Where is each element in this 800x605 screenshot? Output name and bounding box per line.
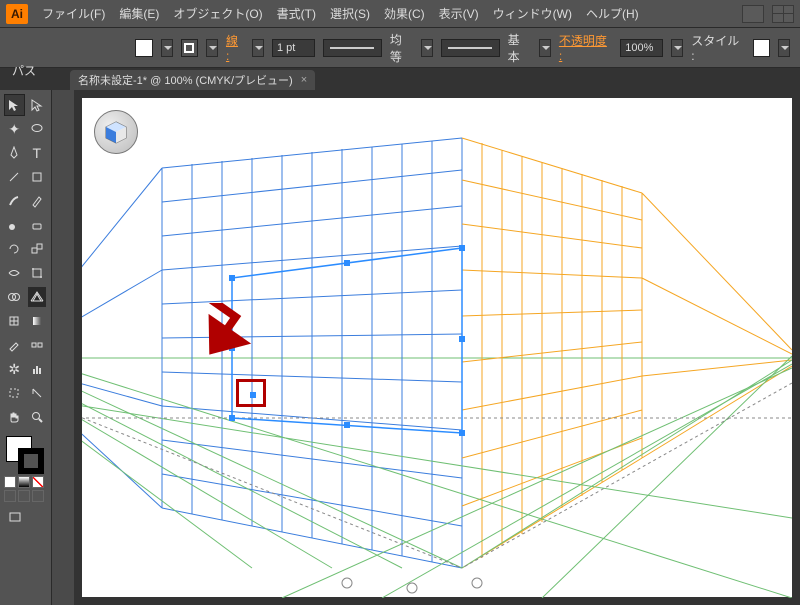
hand-tool[interactable] xyxy=(4,406,25,428)
document-tab-bar: 名称未設定-1* @ 100% (CMYK/プレビュー) × xyxy=(0,68,800,90)
menu-effect[interactable]: 効果(C) xyxy=(384,5,425,22)
stroke-dash-preview[interactable] xyxy=(323,39,382,57)
eraser-tool[interactable] xyxy=(27,214,48,236)
artboard-tool[interactable] xyxy=(4,382,25,404)
workspace-switcher-button[interactable] xyxy=(742,5,764,23)
stroke-cap-label: 均等 xyxy=(390,31,413,65)
stroke-dropdown[interactable] xyxy=(206,39,218,57)
paintbrush-tool[interactable] xyxy=(4,190,25,212)
perspective-grid-tool[interactable] xyxy=(27,286,48,308)
scale-tool[interactable] xyxy=(27,238,48,260)
menu-bar: Ai ファイル(F) 編集(E) オブジェクト(O) 書式(T) 選択(S) 効… xyxy=(0,0,800,28)
stroke-cap-dropdown[interactable] xyxy=(421,39,433,57)
rectangle-tool[interactable] xyxy=(27,166,48,188)
document-window xyxy=(82,98,792,597)
cube-icon xyxy=(102,118,130,146)
blob-brush-tool[interactable] xyxy=(4,214,25,236)
menu-type[interactable]: 書式(T) xyxy=(277,5,316,22)
tools-panel: ✦ T ✲ xyxy=(0,90,52,605)
magic-wand-tool[interactable]: ✦ xyxy=(4,118,25,140)
style-dropdown[interactable] xyxy=(778,39,790,57)
menu-help[interactable]: ヘルプ(H) xyxy=(586,5,639,22)
fill-dropdown[interactable] xyxy=(161,39,173,57)
color-mode-none[interactable] xyxy=(32,476,44,488)
color-mode-gradient[interactable] xyxy=(18,476,30,488)
zoom-tool[interactable] xyxy=(27,406,48,428)
symbol-sprayer-tool[interactable]: ✲ xyxy=(4,358,25,380)
slice-tool[interactable] xyxy=(27,382,48,404)
perspective-plane-widget[interactable] xyxy=(94,110,138,154)
draw-behind[interactable] xyxy=(18,490,30,502)
control-bar: パス 線 : 1 pt 均等 基本 不透明度 : 100% スタイル : xyxy=(0,28,800,68)
stroke-profile-preview[interactable] xyxy=(441,39,500,57)
pencil-tool[interactable] xyxy=(27,190,48,212)
screen-mode-button[interactable] xyxy=(4,506,26,528)
stroke-profile-label: 基本 xyxy=(508,31,531,65)
stroke-well[interactable] xyxy=(18,448,44,474)
stroke-width-stepper[interactable] xyxy=(252,39,264,57)
draw-normal[interactable] xyxy=(4,490,16,502)
selection-type-label: パス xyxy=(12,62,36,79)
lasso-tool[interactable] xyxy=(27,118,48,140)
type-tool[interactable]: T xyxy=(27,142,48,164)
menu-window[interactable]: ウィンドウ(W) xyxy=(493,5,572,22)
stroke-width-field[interactable]: 1 pt xyxy=(272,39,315,57)
annotation-highlight-box xyxy=(236,379,266,407)
document-tab[interactable]: 名称未設定-1* @ 100% (CMYK/プレビュー) × xyxy=(70,70,315,90)
arrange-documents-button[interactable] xyxy=(772,5,794,23)
line-tool[interactable] xyxy=(4,166,25,188)
color-mode-color[interactable] xyxy=(4,476,16,488)
gradient-tool[interactable] xyxy=(27,310,48,332)
artboard[interactable] xyxy=(82,98,792,597)
close-icon[interactable]: × xyxy=(301,74,307,86)
stroke-label[interactable]: 線 : xyxy=(226,32,244,63)
rotate-tool[interactable] xyxy=(4,238,25,260)
shape-builder-tool[interactable] xyxy=(4,286,25,308)
menu-file[interactable]: ファイル(F) xyxy=(42,5,105,22)
opacity-field[interactable]: 100% xyxy=(620,39,663,57)
document-tab-title: 名称未設定-1* @ 100% (CMYK/プレビュー) xyxy=(78,72,293,88)
draw-inside[interactable] xyxy=(32,490,44,502)
pen-tool[interactable] xyxy=(4,142,25,164)
fill-swatch[interactable] xyxy=(135,39,153,57)
style-swatch[interactable] xyxy=(753,39,771,57)
mesh-tool[interactable] xyxy=(4,310,25,332)
menu-select[interactable]: 選択(S) xyxy=(330,5,370,22)
style-label: スタイル : xyxy=(691,32,744,63)
menu-object[interactable]: オブジェクト(O) xyxy=(173,5,262,22)
color-wells[interactable] xyxy=(4,434,48,474)
width-tool[interactable] xyxy=(4,262,25,284)
selection-tool[interactable] xyxy=(4,94,25,116)
eyedropper-tool[interactable] xyxy=(4,334,25,356)
opacity-label[interactable]: 不透明度 : xyxy=(559,32,612,63)
direct-selection-tool[interactable] xyxy=(27,94,48,116)
column-graph-tool[interactable] xyxy=(27,358,48,380)
menu-view[interactable]: 表示(V) xyxy=(439,5,479,22)
menu-edit[interactable]: 編集(E) xyxy=(119,5,159,22)
stroke-profile-dropdown[interactable] xyxy=(539,39,551,57)
opacity-dropdown[interactable] xyxy=(671,39,683,57)
blend-tool[interactable] xyxy=(27,334,48,356)
annotation-arrow xyxy=(182,303,272,383)
stroke-swatch[interactable] xyxy=(181,39,199,57)
free-transform-tool[interactable] xyxy=(27,262,48,284)
app-badge: Ai xyxy=(6,4,28,24)
